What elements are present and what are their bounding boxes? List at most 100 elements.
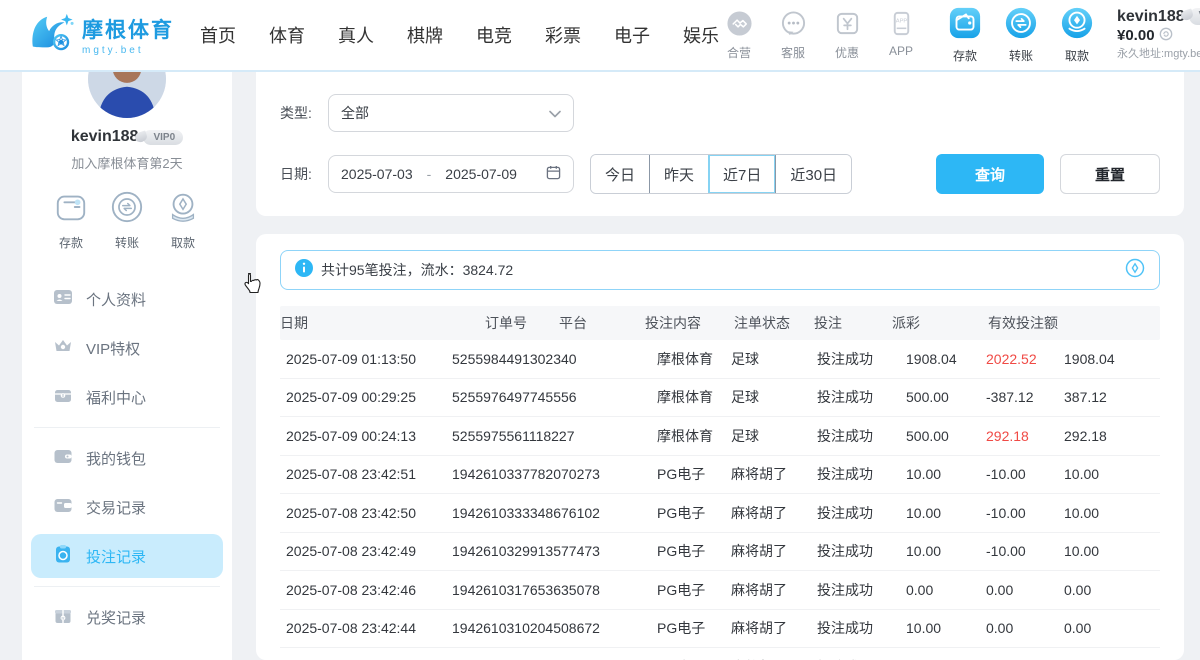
sidebar-item-profile[interactable]: 个人资料 <box>31 277 223 321</box>
transfer-button[interactable]: 转账 <box>110 190 144 251</box>
cell-bet-content: 麻将胡了 <box>731 580 817 600</box>
nav-item[interactable]: 真人 <box>338 22 374 48</box>
cell-date: 2025-07-09 00:29:25 <box>280 389 452 405</box>
chevron-down-icon <box>549 105 561 121</box>
nav-item[interactable]: 电竞 <box>476 22 512 48</box>
table-header-cell: 平台 <box>559 313 645 333</box>
calendar-icon <box>546 165 561 183</box>
sidebar-item-transactions[interactable]: 交易记录 <box>31 485 223 529</box>
table-row[interactable]: 2025-07-08 23:42:51 1942610337782070273 … <box>280 456 1160 495</box>
promo-button[interactable]: 优惠 <box>827 10 867 61</box>
cell-order-number: 1942610310204508672 <box>452 620 657 636</box>
cell-bet-content: 麻将胡了 <box>731 464 817 484</box>
cell-platform: 摩根体育 <box>657 349 731 369</box>
nav-item[interactable]: 体育 <box>269 22 305 48</box>
nav-item[interactable]: 娱乐 <box>683 22 719 48</box>
cell-payout: 2022.52 <box>986 351 1064 367</box>
sidebar-item-vip[interactable]: VIP特权 <box>31 326 223 370</box>
user-block: kevin188 VIP0 ¥0.00 永久地址:mgty.bet <box>1117 7 1200 64</box>
withdraw-button[interactable]: 取款 <box>166 190 200 251</box>
sidebar-item-bet-records[interactable]: 投注记录 <box>31 534 223 578</box>
table-row[interactable]: 2025-07-08 23:42:46 1942610317653635078 … <box>280 571 1160 610</box>
query-button[interactable]: 查询 <box>936 154 1044 194</box>
cell-bet-amount: 0.00 <box>906 582 986 598</box>
mobile-phone-icon: APP <box>888 10 915 42</box>
coupon-yen-icon <box>834 10 861 42</box>
treasure-box-icon <box>53 385 73 410</box>
quick-7days-button[interactable]: 近7日 <box>708 155 775 193</box>
refresh-circle-icon[interactable] <box>1125 258 1145 283</box>
sidebar-item-welfare[interactable]: 福利中心 <box>31 375 223 419</box>
support-label: 客服 <box>781 44 805 61</box>
table-header-cell: 有效投注额 <box>988 313 1064 333</box>
sidebar-username: kevin188 <box>71 128 139 146</box>
cell-platform: PG电子 <box>657 580 731 600</box>
table-row[interactable]: 2025-07-09 01:13:50 5255984491302340 摩根体… <box>280 340 1160 379</box>
nav-item[interactable]: 彩票 <box>545 22 581 48</box>
main-content: 类型: 全部 日期: 2025-07-03 - 2025-07-09 <box>256 72 1184 660</box>
cell-status: 投注成功 <box>817 541 906 561</box>
table-row[interactable]: 2025-07-08 23:42:43 1942610306547108865 … <box>280 648 1160 660</box>
date-range-picker[interactable]: 2025-07-03 - 2025-07-09 <box>328 155 574 193</box>
app-button[interactable]: APP APP <box>881 10 921 61</box>
cell-date: 2025-07-09 01:13:50 <box>280 351 452 367</box>
cell-bet-amount: 10.00 <box>906 543 986 559</box>
sidebar-menu: 个人资料 VIP特权 福利中心 我的钱包 交易记录 投注记录 <box>22 277 232 639</box>
svg-text:APP: APP <box>895 18 907 24</box>
withdraw-button[interactable]: 取款 <box>1057 6 1097 64</box>
sidebar: kevin188 VIP0 加入摩根体育第2天 存款 转账 取款 <box>22 72 232 660</box>
table-row[interactable]: 2025-07-08 23:42:44 1942610310204508672 … <box>280 610 1160 649</box>
cell-platform: PG电子 <box>657 541 731 561</box>
cell-date: 2025-07-08 23:42:46 <box>280 582 452 598</box>
join-days-text: 加入摩根体育第2天 <box>22 153 232 172</box>
brand-name: 摩根体育 <box>82 14 174 44</box>
cell-bet-amount: 500.00 <box>906 389 986 405</box>
cell-status: 投注成功 <box>817 580 906 600</box>
brand-logo[interactable]: 摩根体育 mgty.bet <box>28 10 186 61</box>
date-from-value: 2025-07-03 <box>341 166 413 182</box>
quick-30days-button[interactable]: 近30日 <box>775 155 851 193</box>
vip-badge: VIP0 <box>1189 8 1200 25</box>
table-row[interactable]: 2025-07-09 00:29:25 5255976497745556 摩根体… <box>280 379 1160 418</box>
nav-item[interactable]: 棋牌 <box>407 22 443 48</box>
transfer-button[interactable]: 转账 <box>1001 6 1041 64</box>
quick-yesterday-button[interactable]: 昨天 <box>649 155 708 193</box>
partner-label: 合营 <box>727 44 751 61</box>
crown-icon <box>53 336 73 361</box>
cell-bet-content: 足球 <box>731 349 817 369</box>
sidebar-item-wallet[interactable]: 我的钱包 <box>31 436 223 480</box>
nav-item[interactable]: 电子 <box>614 22 650 48</box>
cell-bet-amount: 10.00 <box>906 466 986 482</box>
transfer-arrows-icon <box>1004 6 1038 45</box>
withdraw-coin-icon <box>1060 6 1094 45</box>
promo-label: 优惠 <box>835 44 859 61</box>
cell-date: 2025-07-09 00:24:13 <box>280 428 452 444</box>
transfer-label: 转账 <box>115 234 139 251</box>
deposit-button[interactable]: 存款 <box>54 190 88 251</box>
cell-platform: PG电子 <box>657 618 731 638</box>
table-row[interactable]: 2025-07-08 23:42:50 1942610333348676102 … <box>280 494 1160 533</box>
cell-status: 投注成功 <box>817 349 906 369</box>
deposit-wallet-icon <box>54 190 88 229</box>
cell-valid-amount: 10.00 <box>1064 466 1160 482</box>
quick-today-button[interactable]: 今日 <box>591 155 649 193</box>
cell-valid-amount: 0.00 <box>1064 620 1160 636</box>
balance-amount: ¥0.00 <box>1117 27 1155 46</box>
deposit-label: 存款 <box>59 234 83 251</box>
partner-button[interactable]: 合营 <box>719 10 759 61</box>
deposit-button[interactable]: 存款 <box>945 6 985 64</box>
username: kevin188 <box>1117 7 1185 27</box>
type-select[interactable]: 全部 <box>328 94 574 132</box>
support-button[interactable]: 客服 <box>773 10 813 61</box>
table-row[interactable]: 2025-07-09 00:24:13 5255975561118227 摩根体… <box>280 417 1160 456</box>
sidebar-item-redeem-records[interactable]: R 兑奖记录 <box>31 595 223 639</box>
avatar[interactable] <box>88 72 166 118</box>
refresh-balance-icon[interactable] <box>1159 27 1173 47</box>
nav-item[interactable]: 首页 <box>200 22 236 48</box>
summary-bar: 共计95笔投注，流水：3824.72 <box>280 250 1160 290</box>
table-row[interactable]: 2025-07-08 23:42:49 1942610329913577473 … <box>280 533 1160 572</box>
reset-button[interactable]: 重置 <box>1060 154 1160 194</box>
cell-platform: 摩根体育 <box>657 387 731 407</box>
cell-bet-content: 麻将胡了 <box>731 503 817 523</box>
chat-bubble-icon <box>780 10 807 42</box>
